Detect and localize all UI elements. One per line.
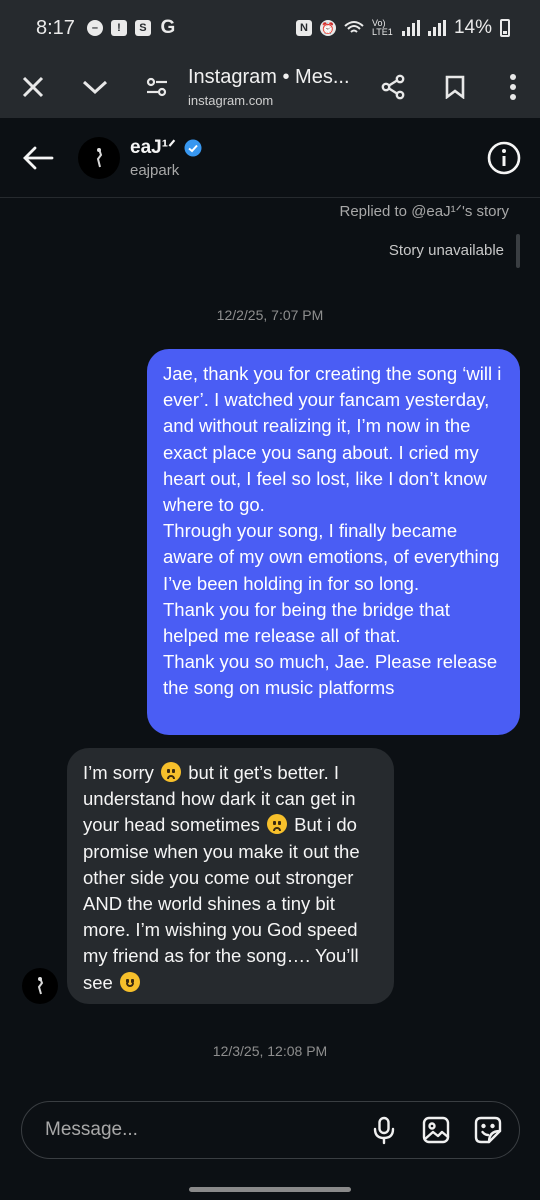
message-text: I’m sorry <box>83 762 160 783</box>
sticker-icon <box>474 1116 502 1144</box>
sticker-button[interactable] <box>473 1115 503 1145</box>
story-unavailable-label: Story unavailable <box>388 242 504 259</box>
share-icon <box>381 74 405 100</box>
status-time: 8:17 <box>36 16 75 39</box>
url-block[interactable]: Instagram • Mes... instagram.com <box>188 66 364 108</box>
voice-message-button[interactable] <box>369 1115 399 1145</box>
back-arrow-icon <box>23 146 54 169</box>
signal-icon <box>427 20 446 36</box>
nfc-icon: N <box>295 20 312 36</box>
incoming-message[interactable]: I’m sorry but it get’s better. I underst… <box>67 748 394 1004</box>
image-icon <box>422 1116 450 1144</box>
outgoing-message[interactable]: Jae, thank you for creating the song ‘wi… <box>147 349 520 735</box>
alarm-icon: ⏰ <box>319 20 336 36</box>
page-domain: instagram.com <box>188 93 274 108</box>
bookmark-icon <box>445 75 465 99</box>
battery-percent: 14% <box>453 17 492 38</box>
close-icon <box>22 76 44 98</box>
avatar[interactable] <box>78 136 120 179</box>
sender-avatar[interactable] <box>22 968 58 1004</box>
message-composer[interactable]: Message... <box>21 1101 520 1159</box>
tune-icon <box>146 77 167 97</box>
microphone-icon <box>373 1116 395 1145</box>
share-button[interactable] <box>368 62 418 112</box>
message-thread[interactable]: Replied to @eaJ¹ᐟ's story Story unavaila… <box>0 198 540 1080</box>
reply-quote-bar <box>516 234 520 268</box>
message-text: But i do promise when you make it out th… <box>83 814 360 993</box>
info-button[interactable] <box>486 140 522 176</box>
chat-header: eaJ¹ᐟ eajpark <box>0 118 540 198</box>
collapse-button[interactable] <box>70 62 120 112</box>
more-vert-icon <box>510 74 516 100</box>
exclamation-icon: ! <box>110 20 127 36</box>
sad-face-icon <box>161 762 182 782</box>
gallery-button[interactable] <box>421 1115 451 1145</box>
contact-username: eajpark <box>130 162 180 179</box>
signal-icon <box>401 20 420 36</box>
close-button[interactable] <box>8 62 58 112</box>
info-icon <box>487 141 521 174</box>
bookmark-button[interactable] <box>430 62 480 112</box>
home-indicator[interactable] <box>189 1187 351 1192</box>
profile-picture-icon <box>37 977 44 995</box>
chevron-down-icon <box>82 80 108 95</box>
confused-face-icon <box>267 814 288 835</box>
smiling-face-icon <box>119 971 140 992</box>
timestamp: 12/3/25, 12:08 PM <box>212 1043 328 1059</box>
minus-circle-icon: – <box>86 20 103 36</box>
network-label: Vo) LTE1 <box>371 18 393 37</box>
battery-icon <box>500 19 510 37</box>
page-settings-button[interactable] <box>132 62 182 112</box>
timestamp: 12/2/25, 7:07 PM <box>216 307 324 323</box>
contact-name: eaJ¹ᐟ <box>130 137 177 158</box>
wifi-icon <box>344 21 364 33</box>
reply-note: Replied to @eaJ¹ᐟ's story <box>339 203 509 220</box>
chat-title[interactable]: eaJ¹ᐟ eajpark <box>130 136 202 179</box>
browser-toolbar: Instagram • Mes... instagram.com <box>0 56 540 118</box>
profile-picture-icon <box>96 147 103 167</box>
message-input[interactable]: Message... <box>45 1119 138 1141</box>
google-icon: G <box>160 17 176 38</box>
shopping-bag-icon: S <box>134 20 151 36</box>
back-button[interactable] <box>18 138 58 178</box>
page-title: Instagram • Mes... <box>188 66 350 88</box>
verified-badge-icon <box>184 139 202 156</box>
more-options-button[interactable] <box>488 62 538 112</box>
status-bar: 8:17 – ! S G N ⏰ Vo) LTE1 14% <box>0 0 540 56</box>
